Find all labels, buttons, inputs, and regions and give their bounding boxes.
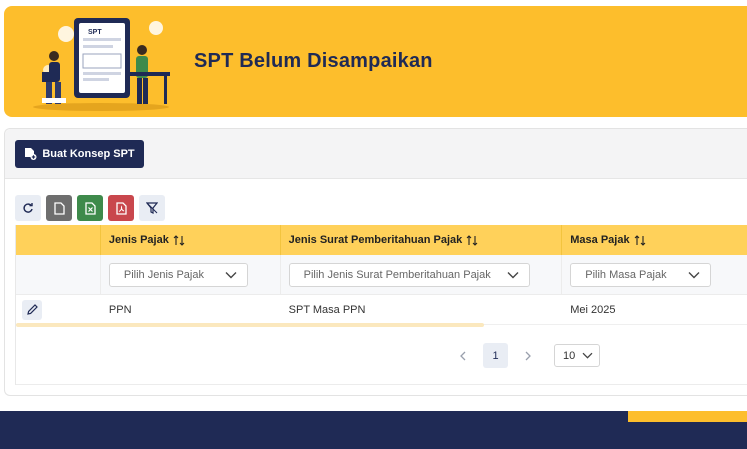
chevron-down-icon [225, 271, 237, 278]
table-footer: 1 10 [16, 327, 747, 385]
filter-cell-masa-pajak: Pilih Masa Pajak [562, 255, 747, 294]
cell-masa-pajak: Mei 2025 [570, 303, 616, 316]
export-excel-button[interactable] [77, 195, 103, 221]
select-placeholder: Pilih Masa Pajak [585, 268, 667, 281]
previous-page-button[interactable] [453, 344, 473, 368]
content-panel: Buat Konsep SPT Jenis Pajak Jenis Surat … [4, 128, 747, 396]
column-label: Jenis Surat Pemberitahuan Pajak [288, 234, 463, 246]
filter-cell-jenis-pajak: Pilih Jenis Pajak [101, 255, 281, 294]
select-placeholder: Pilih Jenis Pajak [123, 268, 204, 281]
chevron-down-icon [688, 271, 700, 278]
table-header: Jenis Pajak Jenis Surat Pemberitahuan Pa… [16, 225, 747, 255]
filter-cell-empty [16, 255, 101, 294]
refresh-button[interactable] [15, 195, 41, 221]
page-size-select[interactable]: 10 [554, 344, 600, 367]
export-pdf-button[interactable] [108, 195, 134, 221]
column-header-masa-pajak[interactable]: Masa Pajak [562, 225, 747, 255]
column-header-jenis-pajak[interactable]: Jenis Pajak [101, 225, 281, 255]
pdf-icon [115, 201, 127, 215]
pagination: 1 10 [453, 343, 600, 368]
page-1-button[interactable]: 1 [483, 343, 508, 368]
masa-pajak-select[interactable]: Pilih Masa Pajak [570, 262, 712, 287]
column-header-jenis-surat[interactable]: Jenis Surat Pemberitahuan Pajak [281, 225, 563, 255]
page-header-banner: SPT SPT Belum Disampaikan [4, 6, 747, 117]
page-title: SPT Belum Disampaikan [194, 50, 433, 72]
file-add-icon [25, 148, 37, 160]
row-actions-cell [16, 295, 101, 324]
footer-accent-bar [628, 411, 747, 422]
cell-jenis-pajak: PPN [108, 303, 132, 316]
page-size-value: 10 [563, 349, 576, 362]
cell-jenis-surat: SPT Masa PPN [288, 303, 366, 316]
chevron-left-icon [460, 351, 466, 360]
file-icon [53, 201, 65, 215]
jenis-pajak-select[interactable]: Pilih Jenis Pajak [108, 262, 248, 287]
create-draft-button[interactable]: Buat Konsep SPT [15, 140, 144, 168]
chevron-down-icon [507, 271, 519, 278]
column-label: Jenis Pajak [108, 234, 169, 246]
sort-icon [173, 234, 185, 246]
spt-table: Jenis Pajak Jenis Surat Pemberitahuan Pa… [15, 225, 747, 385]
jenis-surat-select[interactable]: Pilih Jenis Surat Pemberitahuan Pajak [288, 262, 530, 287]
filter-clear-icon [146, 202, 158, 214]
column-label: Masa Pajak [570, 234, 630, 246]
filter-cell-jenis-surat: Pilih Jenis Surat Pemberitahuan Pajak [281, 255, 563, 294]
select-placeholder: Pilih Jenis Surat Pemberitahuan Pajak [303, 268, 491, 281]
panel-toolbar: Buat Konsep SPT [5, 129, 747, 179]
tax-report-illustration: SPT [33, 18, 170, 111]
sort-icon [634, 234, 645, 246]
clear-filter-button[interactable] [139, 195, 165, 221]
sort-icon [466, 234, 478, 246]
illustration-badge: SPT [88, 29, 102, 36]
edit-button[interactable] [22, 299, 42, 320]
next-page-button[interactable] [518, 344, 538, 368]
export-file-button[interactable] [46, 195, 72, 221]
column-header-actions [16, 225, 101, 255]
excel-icon [84, 201, 96, 215]
pencil-icon [26, 304, 38, 315]
table-row: PPN SPT Masa PPN Mei 2025 [16, 295, 747, 325]
refresh-icon [23, 203, 33, 213]
table-filter-row: Pilih Jenis Pajak Pilih Jenis Surat Pemb… [16, 255, 747, 295]
table-tools [15, 195, 165, 221]
chevron-right-icon [525, 351, 531, 360]
chevron-down-icon [582, 352, 593, 359]
create-draft-label: Buat Konsep SPT [42, 148, 135, 160]
